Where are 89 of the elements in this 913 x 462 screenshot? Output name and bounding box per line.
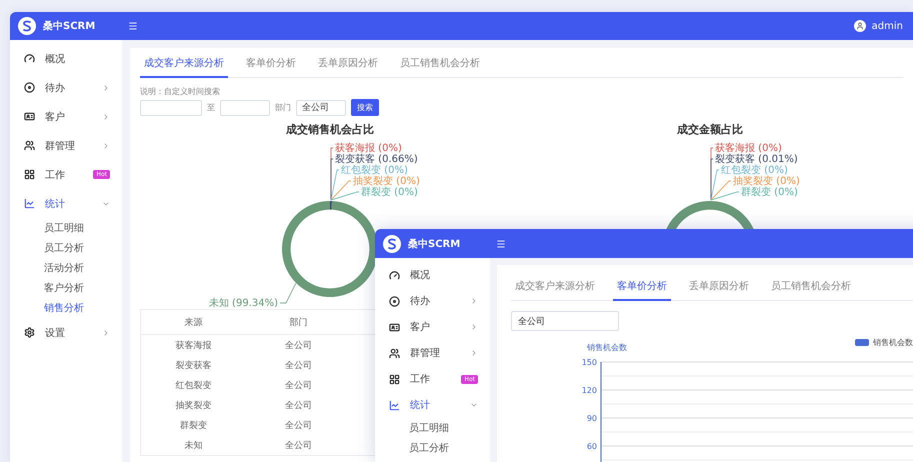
submenu-item[interactable]: 客户分析 xyxy=(10,278,122,298)
user-avatar[interactable] xyxy=(854,20,866,32)
logo-icon xyxy=(383,234,401,252)
disc-icon xyxy=(24,82,35,93)
column-header: 部门 xyxy=(288,316,308,328)
id-card-icon xyxy=(389,322,400,332)
data-label: 红包裂变 (0%) xyxy=(341,165,408,176)
leader-line xyxy=(280,282,296,304)
table-cell-text: 全公司 xyxy=(284,420,313,432)
tab[interactable]: 成交客户来源分析 xyxy=(140,52,228,78)
table-cell-text: 全公司 xyxy=(284,440,313,452)
sidebar-item[interactable]: 群管理 xyxy=(375,340,490,366)
data-label: 获客海报 (0%) xyxy=(335,143,402,154)
department-field[interactable]: 全公司 xyxy=(296,100,346,116)
tick-label: 120 xyxy=(582,386,597,395)
table-cell-text: 红包裂变 xyxy=(174,380,212,392)
data-label: 抽奖裂变 (0%) xyxy=(733,176,800,187)
data-label: 抽奖裂变 (0%) xyxy=(353,176,420,187)
logo-icon xyxy=(18,17,36,35)
users-icon xyxy=(389,348,400,358)
menu-icon[interactable] xyxy=(128,21,138,31)
sidebar-item[interactable]: 概况 xyxy=(10,44,122,73)
settings-icon xyxy=(24,327,35,338)
chart-title: 成交金额占比 xyxy=(677,122,743,137)
department-label: 部门 xyxy=(275,102,291,113)
sidebar-item[interactable]: 客户 xyxy=(10,102,122,131)
axis-title: 销售机会数 xyxy=(587,343,627,352)
table-cell-text: 抽奖裂变 xyxy=(174,400,212,412)
brand-name: 桑中SCRM xyxy=(43,20,96,33)
table-cell-text: 裂变获客 xyxy=(174,360,212,372)
tick-label: 60 xyxy=(586,442,597,451)
table-cell-text: 全公司 xyxy=(284,400,313,412)
submenu-item[interactable]: 销售分析 xyxy=(10,298,122,318)
tab[interactable]: 丢单原因分析 xyxy=(685,275,753,301)
submenu-item[interactable]: 员工明细 xyxy=(10,218,122,238)
tick-label: 90 xyxy=(586,414,597,423)
tab[interactable]: 客单价分析 xyxy=(613,275,671,301)
sidebar-item[interactable]: 统计 xyxy=(10,189,122,218)
tab[interactable]: 丢单原因分析 xyxy=(314,52,382,78)
chart-title: 成交销售机会占比 xyxy=(286,122,374,137)
table-cell-text: 全公司 xyxy=(284,380,313,392)
department-select[interactable]: 全公司 xyxy=(511,311,619,331)
disc-icon xyxy=(389,296,400,306)
end-date-field[interactable] xyxy=(220,100,270,116)
sidebar-item[interactable]: 待办 xyxy=(10,73,122,102)
submenu-item[interactable]: 员工分析 xyxy=(375,438,490,458)
search-button[interactable]: 搜索 xyxy=(351,99,379,116)
data-label: 获客海报 (0%) xyxy=(715,143,782,154)
data-label: 群裂变 (0%) xyxy=(361,187,418,198)
data-label: 红包裂变 (0%) xyxy=(721,165,788,176)
sidebar-item[interactable]: 客户 xyxy=(375,314,490,340)
submenu-item[interactable]: 活动分析 xyxy=(10,258,122,278)
data-label: 裂变获客 (0.66%) xyxy=(335,154,418,165)
tab[interactable]: 员工销售机会分析 xyxy=(396,52,484,78)
sidebar-item[interactable]: 统计 xyxy=(375,392,490,418)
chart-line-icon xyxy=(24,198,35,209)
note-text: 说明：自定义时间搜索 xyxy=(140,86,221,97)
submenu-item[interactable]: 员工分析 xyxy=(10,238,122,258)
chart-line-icon xyxy=(389,400,400,410)
column-header: 来源 xyxy=(184,316,204,328)
sidebar-item[interactable]: 群管理 xyxy=(10,131,122,160)
table-cell-text: 群裂变 xyxy=(179,420,208,432)
sidebar-item[interactable]: 待办 xyxy=(375,288,490,314)
tick-label: 150 xyxy=(582,358,597,367)
brand-name: 桑中SCRM xyxy=(408,238,460,250)
menu-icon[interactable] xyxy=(496,238,506,248)
gauge-icon xyxy=(389,270,400,280)
sidebar-item[interactable]: 设置 xyxy=(10,318,122,347)
start-date-field[interactable] xyxy=(140,100,202,116)
legend-label: 销售机会数 xyxy=(873,337,913,348)
grid-icon xyxy=(24,169,35,180)
users-icon xyxy=(24,140,35,151)
grid-icon xyxy=(389,374,400,384)
table-cell-text: 全公司 xyxy=(284,360,313,372)
table-cell-text: 获客海报 xyxy=(174,340,212,352)
user-name[interactable]: admin xyxy=(872,20,903,32)
data-label: 裂变获客 (0.01%) xyxy=(715,154,798,165)
id-card-icon xyxy=(24,111,35,122)
gauge-icon xyxy=(24,53,35,64)
data-label: 群裂变 (0%) xyxy=(741,187,798,198)
tab[interactable]: 成交客户来源分析 xyxy=(511,275,599,301)
sidebar-item[interactable]: 概况 xyxy=(375,262,490,288)
table-cell-text: 未知 xyxy=(184,440,204,452)
tab[interactable]: 客单价分析 xyxy=(242,52,300,78)
table-cell-text: 全公司 xyxy=(284,340,313,352)
tab[interactable]: 员工销售机会分析 xyxy=(767,275,855,301)
to-label: 至 xyxy=(207,102,215,113)
submenu-item[interactable]: 员工明细 xyxy=(375,418,490,438)
data-label: 未知 (99.34%) xyxy=(208,298,278,307)
